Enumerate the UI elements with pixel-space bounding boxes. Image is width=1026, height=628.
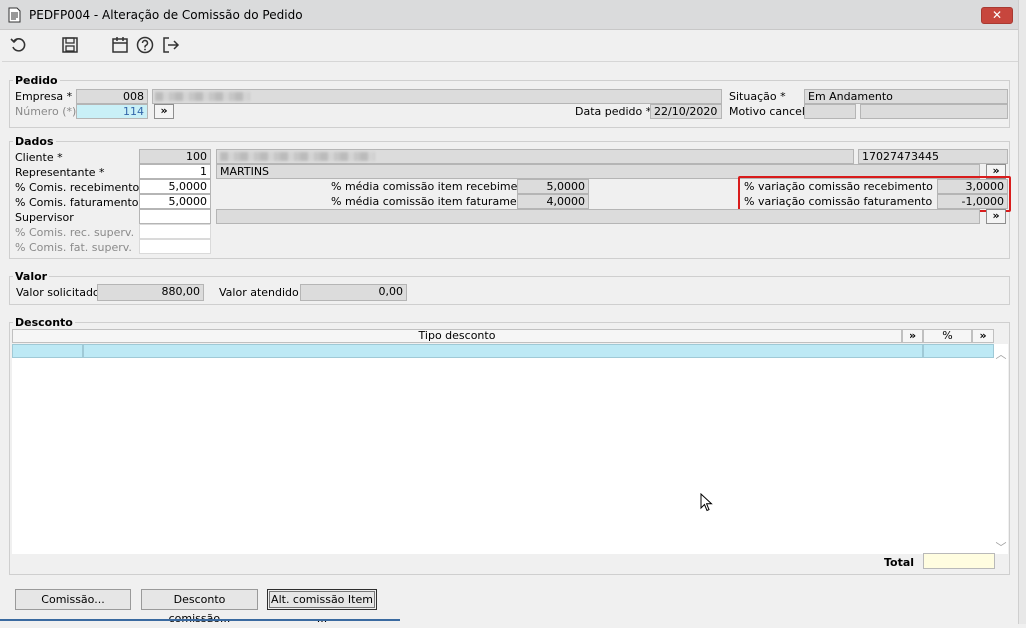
comis-receb-field[interactable]: 5,0000 bbox=[139, 179, 211, 194]
data-pedido-field[interactable]: 22/10/2020 bbox=[650, 104, 722, 119]
mouse-cursor-icon bbox=[700, 492, 714, 513]
window-title: PEDFP004 - Alteração de Comissão do Pedi… bbox=[29, 8, 303, 22]
numero-field[interactable]: 114 bbox=[76, 104, 148, 119]
grid-row-percent-cell[interactable] bbox=[923, 344, 994, 358]
grid-row-tipo-desconto-cell[interactable] bbox=[83, 344, 923, 358]
document-icon bbox=[8, 7, 21, 23]
valor-solicitado-label: Valor solicitado bbox=[16, 286, 100, 299]
supervisor-field[interactable] bbox=[139, 209, 211, 224]
media-receb-field: 5,0000 bbox=[517, 179, 589, 194]
media-receb-label: % média comissão item recebimento bbox=[331, 180, 536, 193]
close-button[interactable]: ✕ bbox=[981, 7, 1013, 24]
situacao-label: Situação * bbox=[729, 90, 786, 103]
pedido-legend: Pedido bbox=[13, 74, 60, 87]
comis-fat-label: % Comis. faturamento bbox=[15, 196, 139, 209]
cliente-field[interactable]: 100 bbox=[139, 149, 211, 164]
percent-expand-button[interactable]: » bbox=[972, 329, 994, 343]
alt-comissao-item-button[interactable]: Alt. comissão Item ... bbox=[267, 589, 377, 625]
desconto-legend: Desconto bbox=[13, 316, 75, 329]
total-field bbox=[923, 553, 995, 569]
redacted-cliente-name bbox=[220, 152, 375, 161]
supervisor-lookup-button[interactable]: » bbox=[986, 209, 1006, 224]
comis-fat-superv-field[interactable] bbox=[139, 239, 211, 254]
comis-fat-superv-label: % Comis. fat. superv. bbox=[15, 241, 132, 254]
undo-icon[interactable] bbox=[9, 35, 29, 55]
valor-solicitado-field: 880,00 bbox=[97, 284, 204, 301]
motivo-cancel-code-field[interactable] bbox=[804, 104, 856, 119]
comis-fat-field[interactable]: 5,0000 bbox=[139, 194, 211, 209]
desconto-comissao-button[interactable]: Desconto comissão... bbox=[141, 589, 258, 625]
cliente-label: Cliente * bbox=[15, 151, 63, 164]
taskbar-highlight bbox=[0, 619, 400, 621]
supervisor-label: Supervisor bbox=[15, 211, 74, 224]
data-pedido-label: Data pedido * bbox=[575, 105, 652, 118]
desconto-grid-body bbox=[12, 358, 994, 554]
toolbar-separator bbox=[2, 61, 1018, 62]
motivo-cancel-desc-field bbox=[860, 104, 1008, 119]
col-header-percent[interactable]: % bbox=[923, 329, 972, 343]
cliente-doc-field: 17027473445 bbox=[858, 149, 1008, 164]
comis-receb-label: % Comis. recebimento bbox=[15, 181, 140, 194]
help-icon[interactable] bbox=[135, 35, 155, 55]
numero-lookup-button[interactable]: » bbox=[154, 104, 174, 119]
representante-label: Representante * bbox=[15, 166, 105, 179]
grid-row-selector-cell[interactable] bbox=[12, 344, 83, 358]
total-label: Total bbox=[884, 556, 915, 569]
scroll-up-icon[interactable]: ︿ bbox=[995, 346, 1007, 362]
valor-legend: Valor bbox=[13, 270, 50, 283]
empresa-label: Empresa * bbox=[15, 90, 73, 103]
supervisor-name-field bbox=[216, 209, 980, 224]
representante-field[interactable]: 1 bbox=[139, 164, 211, 179]
comis-rec-superv-field[interactable] bbox=[139, 224, 211, 239]
valor-atendido-field: 0,00 bbox=[300, 284, 407, 301]
situacao-field[interactable]: Em Andamento bbox=[804, 89, 1008, 104]
variation-highlight-box bbox=[738, 176, 1011, 212]
comis-rec-superv-label: % Comis. rec. superv. bbox=[15, 226, 135, 239]
numero-label: Número (*) bbox=[15, 105, 77, 118]
col-header-tipo-desconto[interactable]: Tipo desconto bbox=[12, 329, 902, 343]
empresa-field[interactable]: 008 bbox=[76, 89, 148, 104]
media-fat-label: % média comissão item faturamento bbox=[331, 195, 535, 208]
exit-icon[interactable] bbox=[160, 35, 180, 55]
motivo-cancel-label: Motivo cancel. bbox=[729, 105, 809, 118]
window-right-edge bbox=[1018, 0, 1026, 624]
redacted-empresa-name bbox=[155, 92, 250, 101]
valor-atendido-label: Valor atendido bbox=[219, 286, 299, 299]
scroll-down-icon[interactable]: ﹀ bbox=[995, 539, 1007, 555]
media-fat-field: 4,0000 bbox=[517, 194, 589, 209]
tipo-desconto-expand-button[interactable]: » bbox=[902, 329, 923, 343]
dados-legend: Dados bbox=[13, 135, 56, 148]
comissao-button[interactable]: Comissão... bbox=[15, 589, 131, 610]
grid-scrollbar[interactable] bbox=[994, 344, 1008, 554]
save-icon[interactable] bbox=[60, 35, 80, 55]
calendar-icon[interactable] bbox=[110, 35, 130, 55]
